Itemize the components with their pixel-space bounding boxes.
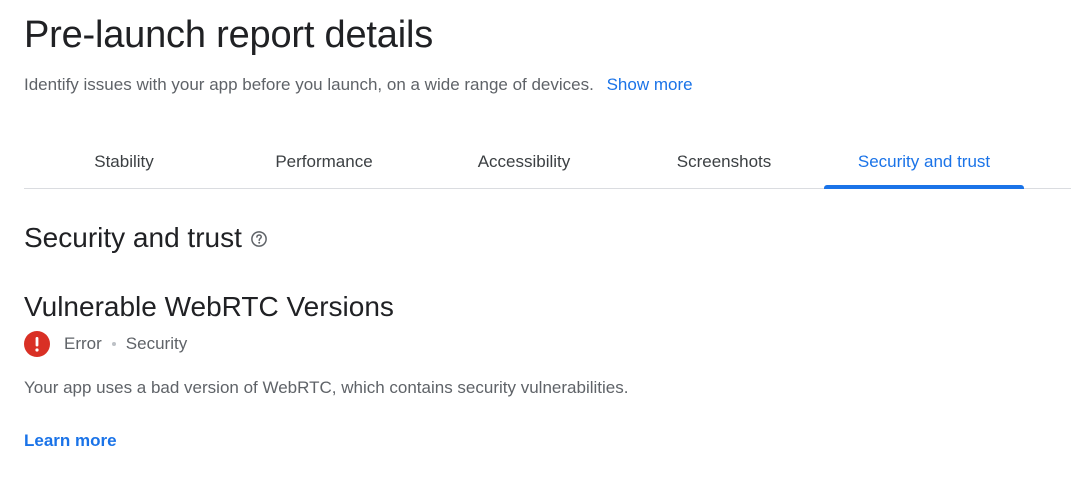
issue-description: Your app uses a bad version of WebRTC, w… <box>24 378 629 397</box>
tab-stability[interactable]: Stability <box>24 140 224 188</box>
separator-dot <box>111 342 116 346</box>
page-subtitle: Identify issues with your app before you… <box>24 75 693 95</box>
tab-performance[interactable]: Performance <box>224 140 424 188</box>
page-title: Pre-launch report details <box>24 14 433 56</box>
severity-label: Error <box>64 334 102 353</box>
tab-screenshots[interactable]: Screenshots <box>624 140 824 188</box>
section-title: Security and trust <box>24 222 268 254</box>
issue-meta: Error Security <box>24 331 187 357</box>
error-icon <box>24 331 50 357</box>
learn-more-link[interactable]: Learn more <box>24 431 117 451</box>
tab-security-and-trust[interactable]: Security and trust <box>824 140 1024 189</box>
page: Pre-launch report details Identify issue… <box>0 0 1071 482</box>
tab-accessibility[interactable]: Accessibility <box>424 140 624 188</box>
section-title-text: Security and trust <box>24 222 242 253</box>
tab-bar: Stability Performance Accessibility Scre… <box>24 140 1071 189</box>
help-circle-icon[interactable] <box>250 230 268 248</box>
issue-title: Vulnerable WebRTC Versions <box>24 291 394 322</box>
category-label: Security <box>125 334 188 353</box>
show-more-link[interactable]: Show more <box>607 75 693 94</box>
subtitle-text: Identify issues with your app before you… <box>24 75 594 94</box>
